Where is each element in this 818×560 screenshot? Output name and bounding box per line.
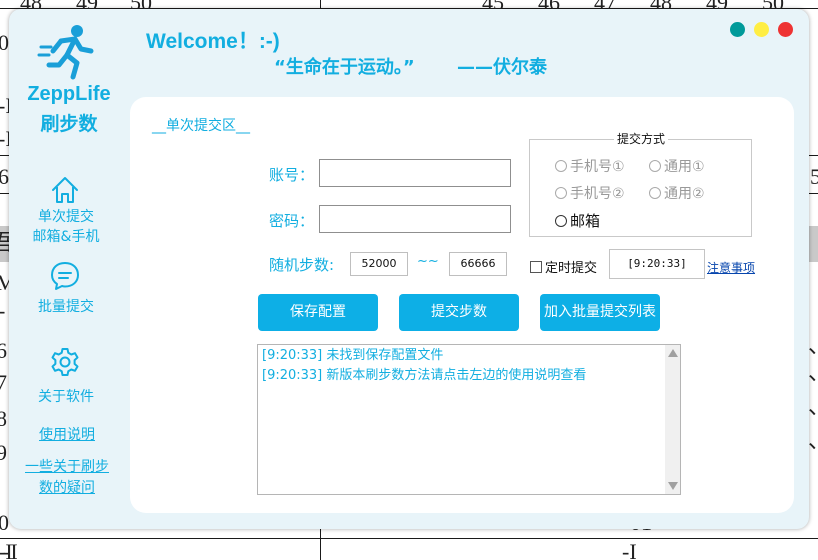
quote-text: “生命在于运动。”: [274, 57, 415, 78]
nav-single-submit[interactable]: 单次提交 邮箱&手机: [9, 207, 123, 247]
radio-circle: [649, 160, 661, 172]
submit-method-title: 提交方式: [614, 132, 669, 146]
sheet-gridline: [0, 538, 818, 539]
sheet-cell: 8: [0, 406, 7, 431]
account-label: 账号：: [269, 166, 315, 184]
chat-bubble-icon[interactable]: [49, 260, 81, 292]
log-output[interactable]: [9:20:33] 未找到保存配置文件 [9:20:33] 新版本刷步数方法请点…: [257, 344, 681, 495]
single-submit-panel: __单次提交区__ 账号： 密码： 随机步数: 52000 ~~ 66666 提…: [130, 97, 794, 513]
add-batch-button[interactable]: 加入批量提交列表: [540, 294, 660, 331]
sheet-cell: -: [0, 300, 5, 322]
sheet-cell: 5: [810, 164, 818, 189]
minimize-button[interactable]: [730, 22, 745, 37]
sheet-cell: 、: [808, 335, 818, 357]
sheet-cell: 6: [0, 164, 9, 189]
section-title: __单次提交区__: [152, 118, 250, 134]
sheet-cell: 、: [808, 396, 818, 418]
radio-label: 手机号①: [570, 159, 625, 175]
app-subtitle: 刷步数: [40, 113, 98, 135]
scheduled-time-field[interactable]: [9:20:33]: [609, 249, 705, 279]
sheet-cell: 6: [0, 338, 7, 363]
faq-link-line2[interactable]: 数的疑问: [9, 478, 125, 499]
radio-circle: [555, 187, 567, 199]
radio-label: 通用②: [664, 186, 705, 202]
radio-circle: [555, 160, 567, 172]
steps-min-input[interactable]: 52000: [350, 252, 408, 276]
sheet-cell: 7: [0, 370, 7, 395]
steps-label: 随机步数:: [269, 256, 335, 274]
log-line: [9:20:33] 新版本刷步数方法请点击左边的使用说明查看: [262, 368, 587, 383]
password-label: 密码：: [269, 212, 315, 230]
radio-general-2[interactable]: 通用②: [649, 183, 705, 203]
close-button[interactable]: [778, 22, 793, 37]
sheet-cell: -I: [3, 539, 18, 560]
sidebar: ZeppLife 刷步数 单次提交 邮箱&手机 批量提交 关于软件 使用说明 一…: [9, 9, 129, 529]
sheet-cell: -I: [622, 539, 637, 560]
log-scrollbar[interactable]: [665, 345, 680, 494]
radio-circle: [649, 187, 661, 199]
radio-label: 手机号②: [570, 186, 625, 202]
nav-batch-submit-label: 批量提交: [38, 299, 94, 315]
sheet-cell: 9: [0, 440, 7, 465]
quote-author: ——伏尔泰: [457, 57, 547, 78]
submit-steps-button[interactable]: 提交步数: [399, 294, 519, 331]
account-input[interactable]: [319, 159, 511, 187]
sheet-cell: 0: [0, 30, 9, 55]
checkbox-box: [530, 260, 542, 273]
steps-separator: ~~: [417, 254, 439, 269]
running-man-icon: [37, 25, 94, 80]
scroll-down-arrow[interactable]: [668, 482, 678, 490]
usage-guide-link[interactable]: 使用说明: [9, 425, 125, 446]
faq-link-line1[interactable]: 一些关于刷步: [9, 457, 125, 478]
password-input[interactable]: [319, 205, 511, 233]
sheet-cell: 、: [808, 362, 818, 384]
maximize-button[interactable]: [754, 22, 769, 37]
radio-label: 邮箱: [570, 212, 601, 230]
app-name: ZeppLife: [27, 83, 111, 105]
scheduled-submit-label: 定时提交: [545, 261, 598, 276]
sheet-cell: 、: [808, 430, 818, 452]
nav-about-label: 关于软件: [38, 389, 94, 405]
nav-single-submit-label-2: 邮箱&手机: [32, 229, 100, 245]
app-window: ZeppLife 刷步数 单次提交 邮箱&手机 批量提交 关于软件 使用说明 一…: [9, 9, 809, 529]
steps-max-input[interactable]: 66666: [449, 252, 507, 276]
welcome-text: Welcome！:-): [146, 30, 280, 53]
scroll-up-arrow[interactable]: [668, 349, 678, 357]
log-line: [9:20:33] 未找到保存配置文件: [262, 348, 444, 363]
radio-circle: [555, 214, 567, 227]
radio-phone-1[interactable]: 手机号①: [555, 156, 625, 176]
gear-icon[interactable]: [49, 346, 81, 378]
nav-about[interactable]: 关于软件: [9, 387, 123, 407]
save-config-button[interactable]: 保存配置: [258, 294, 378, 331]
scheduled-submit-checkbox[interactable]: 定时提交: [530, 257, 597, 276]
nav-batch-submit[interactable]: 批量提交: [9, 297, 123, 317]
nav-single-submit-label-1: 单次提交: [38, 209, 94, 225]
home-icon[interactable]: [49, 174, 81, 206]
submit-method-group: 提交方式 手机号① 通用① 手机号② 通用② 邮箱: [529, 132, 752, 237]
radio-email[interactable]: 邮箱: [555, 210, 600, 231]
radio-phone-2[interactable]: 手机号②: [555, 183, 625, 203]
notice-link[interactable]: 注意事项: [707, 259, 755, 276]
radio-label: 通用①: [664, 159, 705, 175]
sheet-cell: 0: [0, 510, 9, 535]
radio-general-1[interactable]: 通用①: [649, 156, 705, 176]
